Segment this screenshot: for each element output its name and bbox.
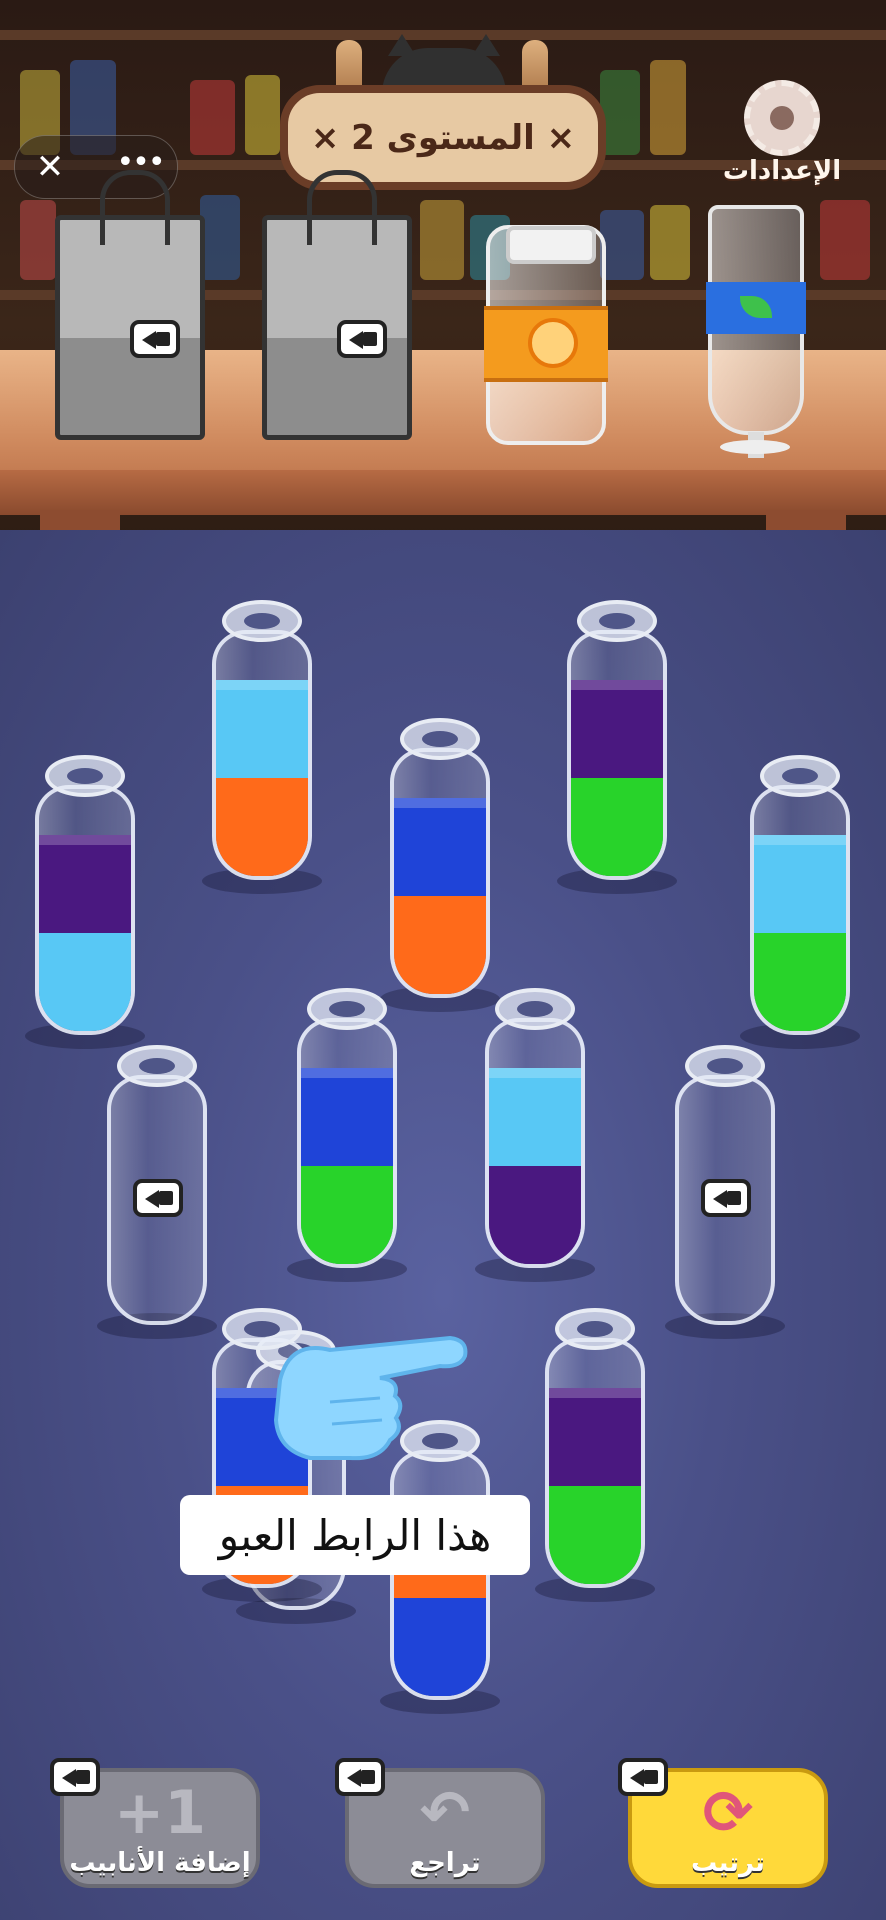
- video-ad-icon: [701, 1179, 751, 1217]
- liquid-layer: [489, 1166, 581, 1264]
- orange-slice-icon: [528, 318, 578, 368]
- undo-button[interactable]: ↶ تراجع: [335, 1758, 545, 1888]
- video-ad-icon: [337, 320, 387, 358]
- button-label: ترتيب: [691, 1848, 765, 1878]
- tube[interactable]: [557, 600, 677, 894]
- video-ad-icon: [130, 320, 180, 358]
- gear-icon: [744, 80, 820, 156]
- liquid-layer: [39, 835, 131, 933]
- liquid-layer: [216, 680, 308, 778]
- jar-lid: [506, 226, 596, 264]
- video-ad-icon: [618, 1758, 668, 1796]
- tube[interactable]: [25, 755, 145, 1049]
- liquid-layer: [571, 778, 663, 876]
- video-ad-icon: [133, 1179, 183, 1217]
- tube[interactable]: [740, 755, 860, 1049]
- settings-label: الإعدادات: [722, 156, 842, 186]
- tube[interactable]: [535, 1308, 655, 1602]
- tube[interactable]: [475, 988, 595, 1282]
- game-screen: × المستوى 2 × ✕ ••• الإعدادات هذا الرابط…: [0, 0, 886, 1920]
- liquid-layer: [754, 933, 846, 1031]
- counter-edge: [0, 470, 886, 515]
- video-ad-icon: [335, 1758, 385, 1796]
- level-title: × المستوى 2 ×: [310, 117, 576, 158]
- caption-text: هذا الرابط العبو: [218, 1510, 492, 1560]
- liquid-layer: [571, 680, 663, 778]
- tube[interactable]: [287, 988, 407, 1282]
- caption-box: هذا الرابط العبو: [180, 1495, 530, 1575]
- settings-button[interactable]: الإعدادات: [722, 80, 842, 190]
- liquid-layer: [216, 778, 308, 876]
- liquid-layer: [549, 1486, 641, 1584]
- liquid-layer: [301, 1166, 393, 1264]
- liquid-layer: [489, 1068, 581, 1166]
- shuffle-button[interactable]: ⟳ ترتيب: [618, 1758, 828, 1888]
- video-ad-icon: [50, 1758, 100, 1796]
- liquid-layer: [39, 933, 131, 1031]
- pointing-hand-icon: [273, 1335, 468, 1461]
- button-label: تراجع: [409, 1848, 481, 1878]
- locked-bag[interactable]: [262, 170, 412, 440]
- close-button[interactable]: ✕: [29, 146, 71, 188]
- glass-foot: [720, 440, 790, 454]
- liquid-layer: [301, 1068, 393, 1166]
- liquid-layer: [394, 798, 486, 896]
- tube[interactable]: [97, 1045, 217, 1339]
- liquid-layer: [394, 896, 486, 994]
- tube[interactable]: [665, 1045, 785, 1339]
- liquid-layer: [394, 1598, 486, 1696]
- liquid-layer: [549, 1388, 641, 1486]
- liquid-layer: [754, 835, 846, 933]
- add-tube-button[interactable]: +1 إضافة الأنابيب: [50, 1758, 260, 1888]
- locked-bag[interactable]: [55, 170, 205, 440]
- tube[interactable]: [202, 600, 322, 894]
- button-label: إضافة الأنابيب: [69, 1848, 251, 1878]
- tube[interactable]: [380, 718, 500, 1012]
